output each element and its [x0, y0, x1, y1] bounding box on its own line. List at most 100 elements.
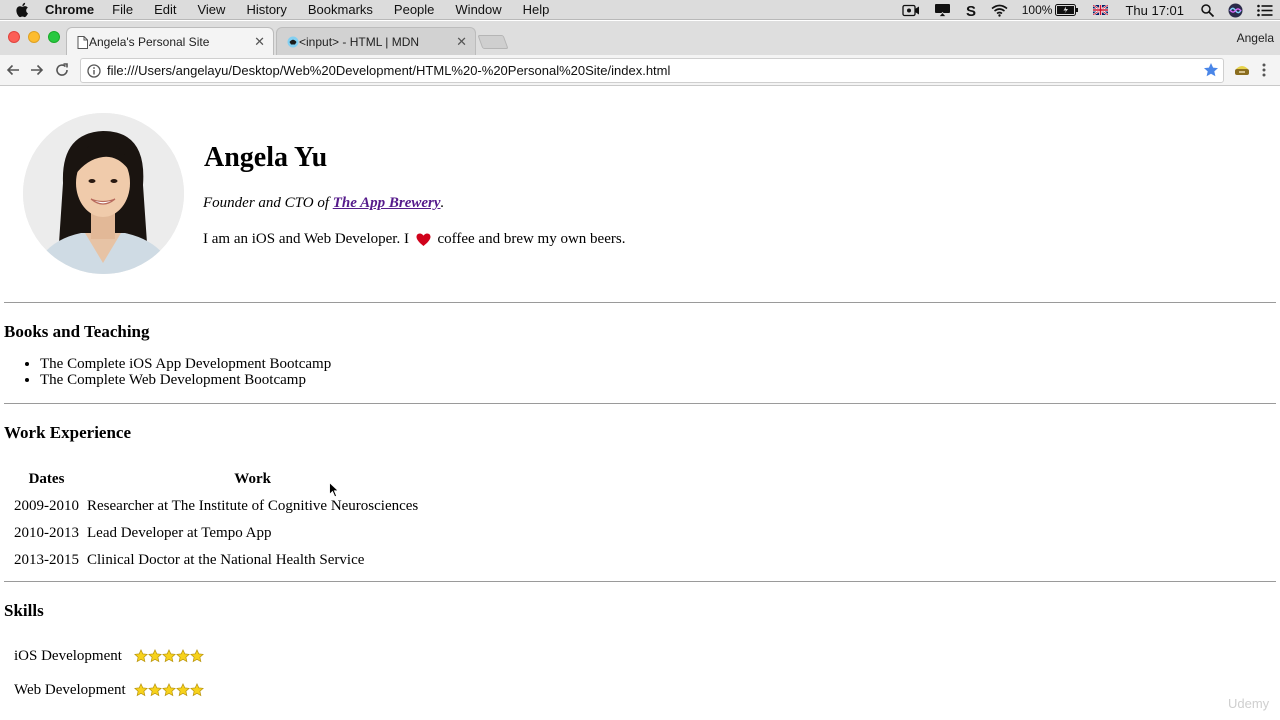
skills-table: iOS Development Web Development — [9, 638, 209, 708]
tagline-suffix: . — [440, 195, 445, 211]
books-list: The Complete iOS App Development Bootcam… — [40, 356, 331, 388]
page-icon — [77, 36, 88, 49]
mouse-cursor-icon — [329, 481, 340, 503]
tab-title: <input> - HTML | MDN — [299, 34, 420, 49]
table-row: 2013-2015 Clinical Doctor at the Nationa… — [11, 548, 421, 573]
table-cell-work: Clinical Doctor at the National Health S… — [87, 552, 365, 568]
battery-percent: 100% — [1021, 3, 1053, 17]
forward-arrow-icon[interactable] — [28, 61, 46, 79]
screen-record-icon[interactable] — [902, 4, 920, 17]
list-item: The Complete Web Development Bootcamp — [40, 372, 331, 388]
divider — [4, 302, 1276, 303]
star-rating — [133, 649, 204, 663]
tagline: Founder and CTO of The App Brewery. — [203, 195, 444, 212]
star-icon — [161, 649, 176, 663]
star-icon — [175, 649, 190, 663]
menu-app-name[interactable]: Chrome — [45, 0, 94, 20]
address-bar[interactable]: file:///Users/angelayu/Desktop/Web%20Dev… — [80, 58, 1224, 83]
table-cell-dates: 2009-2010 — [14, 498, 79, 514]
star-icon — [147, 683, 162, 697]
divider — [4, 581, 1276, 582]
new-tab-button[interactable] — [477, 35, 509, 49]
battery-status[interactable]: 100% — [1022, 3, 1080, 17]
tab-mdn-input[interactable]: <input> - HTML | MDN ✕ — [276, 27, 476, 55]
star-icon — [133, 683, 148, 697]
profile-name[interactable]: Angela — [1237, 31, 1274, 45]
menu-window[interactable]: Window — [455, 0, 501, 20]
extension-icon[interactable] — [1234, 63, 1250, 82]
table-row: iOS Development — [11, 640, 207, 672]
skype-icon[interactable]: S — [965, 3, 977, 18]
books-heading: Books and Teaching — [4, 322, 150, 341]
browser-tab-strip: Angela's Personal Site ✕ <input> - HTML … — [0, 21, 1280, 55]
column-header-dates: Dates — [28, 471, 65, 487]
window-close-button[interactable] — [8, 31, 20, 43]
star-icon — [189, 649, 204, 663]
apple-icon[interactable] — [15, 2, 29, 18]
bookmark-star-icon[interactable] — [1203, 62, 1219, 83]
table-cell-dates: 2010-2013 — [14, 525, 79, 541]
skill-rating — [131, 674, 207, 706]
star-icon — [161, 683, 176, 697]
info-icon[interactable] — [87, 63, 101, 78]
window-minimize-button[interactable] — [28, 31, 40, 43]
mdn-icon — [287, 36, 299, 48]
address-bar-url[interactable]: file:///Users/angelayu/Desktop/Web%20Dev… — [107, 63, 670, 78]
tagline-prefix: Founder and CTO of — [203, 195, 333, 211]
table-row: Web Development — [11, 674, 207, 706]
menu-dots-icon[interactable] — [1262, 62, 1266, 83]
star-icon — [189, 683, 204, 697]
star-rating — [133, 683, 204, 697]
list-item: The Complete iOS App Development Bootcam… — [40, 356, 331, 372]
menu-bar-status-area: S 100% Thu 17:01 — [895, 0, 1280, 20]
notification-center-icon[interactable] — [1257, 4, 1273, 17]
profile-photo — [23, 113, 184, 274]
skills-heading: Skills — [4, 601, 44, 620]
star-icon — [147, 649, 162, 663]
back-arrow-icon[interactable] — [4, 61, 22, 79]
menu-file[interactable]: File — [112, 0, 133, 20]
menu-view[interactable]: View — [197, 0, 225, 20]
window-zoom-button[interactable] — [48, 31, 60, 43]
uk-flag-icon[interactable] — [1093, 5, 1109, 15]
bio-text-after: coffee and brew my own beers. — [433, 231, 626, 247]
menu-people[interactable]: People — [394, 0, 434, 20]
tab-angelas-personal-site[interactable]: Angela's Personal Site ✕ — [66, 27, 274, 55]
table-row: 2009-2010 Researcher at The Institute of… — [11, 494, 421, 519]
menu-bookmarks[interactable]: Bookmarks — [308, 0, 373, 20]
table-header-row: Dates Work — [11, 467, 421, 492]
page-title: Angela Yu — [204, 142, 328, 173]
column-header-work: Work — [234, 471, 271, 487]
reload-icon[interactable] — [53, 61, 71, 79]
bio-text-before: I am an iOS and Web Developer. I — [203, 231, 413, 247]
menu-edit[interactable]: Edit — [154, 0, 176, 20]
wifi-icon[interactable] — [991, 4, 1008, 17]
table-cell-work: Lead Developer at Tempo App — [87, 525, 272, 541]
airplay-icon[interactable] — [934, 3, 951, 17]
udemy-watermark: Udemy — [1228, 696, 1270, 711]
close-icon[interactable]: ✕ — [254, 34, 265, 50]
divider — [4, 403, 1276, 404]
work-experience-table: Dates Work 2009-2010 Researcher at The I… — [9, 465, 423, 575]
menu-help[interactable]: Help — [523, 0, 550, 20]
siri-icon[interactable] — [1228, 3, 1243, 18]
work-heading: Work Experience — [4, 423, 132, 442]
svg-text:S: S — [966, 3, 976, 18]
app-brewery-link[interactable]: The App Brewery — [333, 195, 441, 211]
menu-history[interactable]: History — [246, 0, 286, 20]
skill-name: iOS Development — [14, 647, 122, 664]
spotlight-icon[interactable] — [1201, 3, 1214, 17]
close-icon[interactable]: ✕ — [456, 34, 467, 50]
table-cell-dates: 2013-2015 — [14, 552, 79, 568]
bio: I am an iOS and Web Developer. I coffee … — [203, 231, 625, 248]
star-icon — [175, 683, 190, 697]
tab-title: Angela's Personal Site — [89, 34, 210, 49]
battery-icon — [1055, 4, 1079, 16]
macos-menu-bar: Chrome File Edit View History Bookmarks … — [0, 0, 1280, 20]
page-viewport: Angela Yu Founder and CTO of The App Bre… — [0, 86, 1280, 720]
table-row: 2010-2013 Lead Developer at Tempo App — [11, 521, 421, 546]
skill-name: Web Development — [14, 681, 126, 698]
menu-bar-clock[interactable]: Thu 17:01 — [1125, 3, 1184, 18]
heart-icon — [416, 233, 431, 247]
table-cell-work: Researcher at The Institute of Cognitive… — [87, 498, 419, 514]
